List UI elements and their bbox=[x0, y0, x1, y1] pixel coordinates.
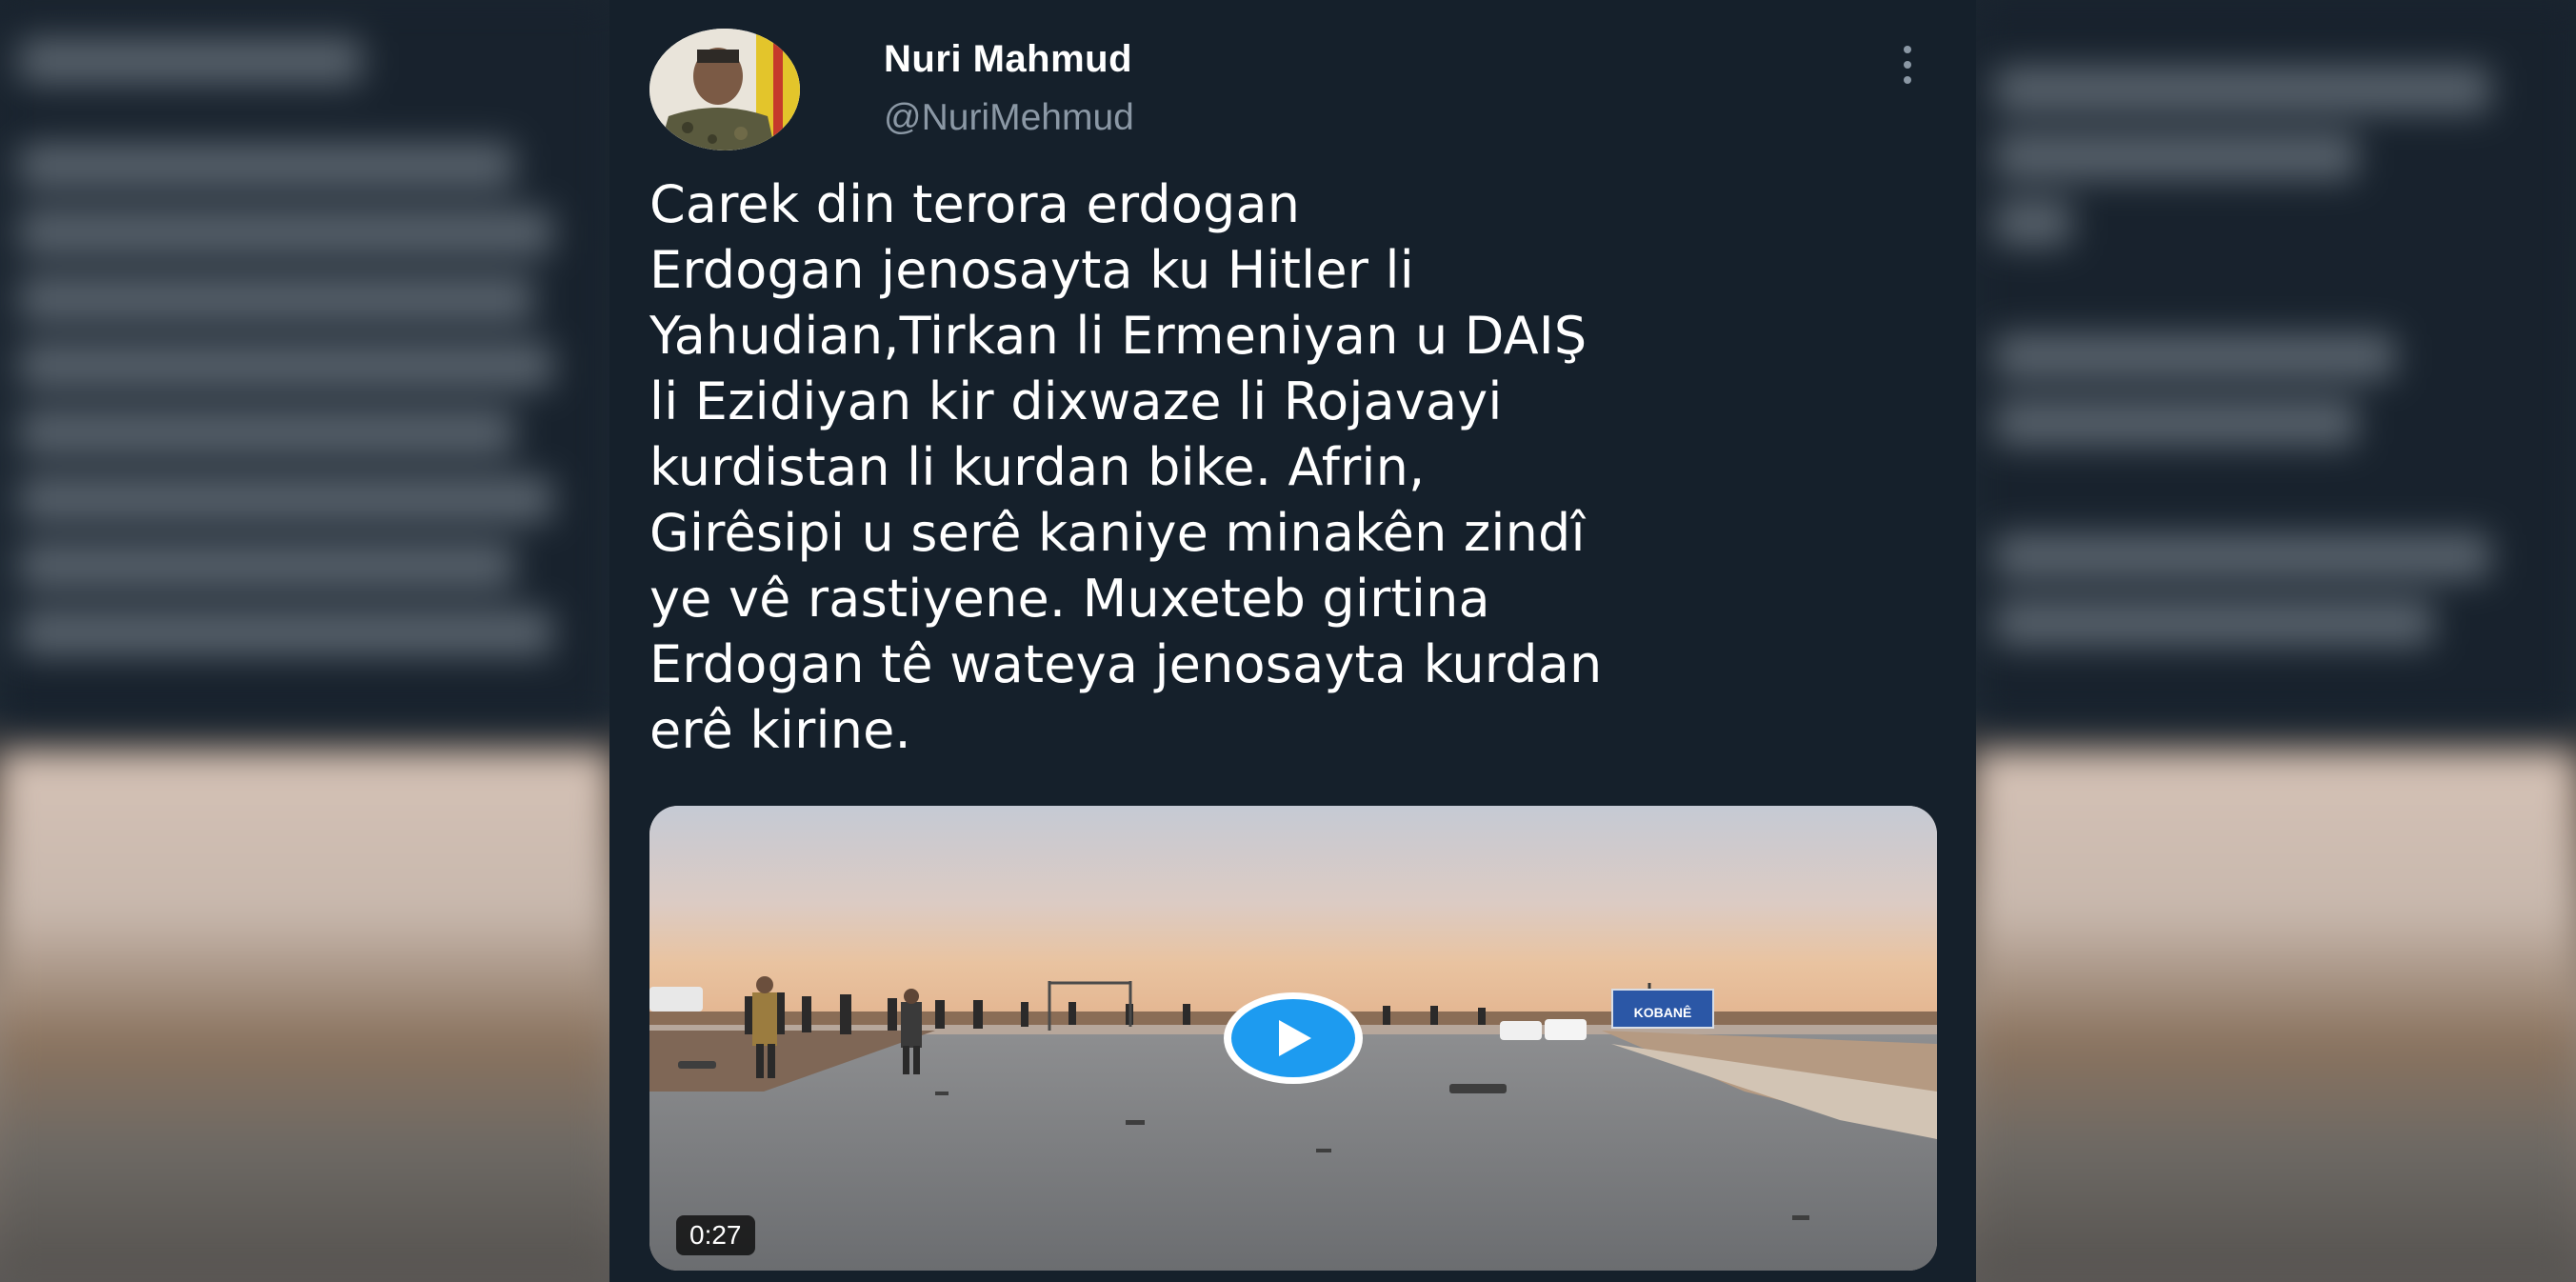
blurred-backdrop-left bbox=[0, 0, 609, 1282]
more-vertical-icon bbox=[1904, 46, 1911, 53]
screen: Nuri Mahmud @NuriMehmud Carek din terora… bbox=[0, 0, 2576, 1282]
play-button[interactable] bbox=[1224, 992, 1363, 1084]
author-handle[interactable]: @NuriMehmud bbox=[884, 97, 1134, 139]
tweet-card: Nuri Mahmud @NuriMehmud Carek din terora… bbox=[609, 0, 1976, 1282]
author-name[interactable]: Nuri Mahmud bbox=[884, 38, 1132, 81]
blurred-backdrop-right bbox=[1976, 0, 2576, 1282]
more-options-button[interactable] bbox=[1893, 46, 1922, 84]
author-avatar[interactable] bbox=[649, 29, 800, 150]
video-duration-badge: 0:27 bbox=[676, 1215, 755, 1255]
tweet-video[interactable]: KOBANÊ 0:27 bbox=[649, 806, 1937, 1271]
avatar-photo-icon bbox=[649, 29, 800, 150]
sign-text: KOBANÊ bbox=[1633, 1005, 1692, 1020]
play-icon bbox=[1279, 1020, 1311, 1056]
kobane-sign: KOBANÊ bbox=[1611, 989, 1714, 1029]
tweet-text: Carek din terora erdogan Erdogan jenosay… bbox=[649, 174, 1603, 760]
more-vertical-icon-dot bbox=[1904, 61, 1911, 69]
more-vertical-icon-dot bbox=[1904, 76, 1911, 84]
